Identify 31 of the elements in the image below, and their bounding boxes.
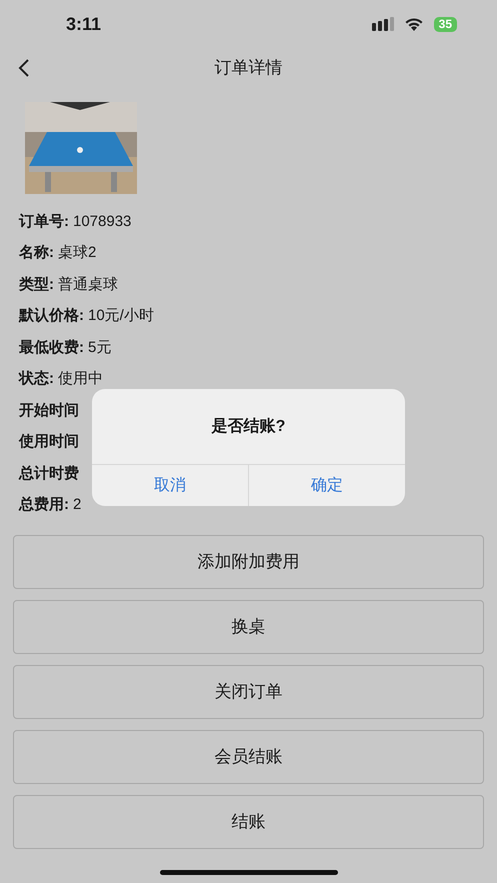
field-value: 1078933 (73, 212, 132, 232)
action-button[interactable]: 结账 (13, 795, 484, 849)
field-label: 总计时费 (19, 464, 79, 484)
status-time: 3:11 (66, 12, 102, 36)
field-label: 总费用: (19, 495, 69, 515)
field-value: 2 (73, 495, 82, 515)
wifi-icon (404, 17, 424, 31)
field-value: 5元 (88, 338, 112, 358)
field-label: 默认价格: (19, 306, 84, 326)
dialog-button[interactable]: 取消 (92, 465, 248, 506)
page-title: 订单详情 (214, 57, 282, 80)
battery-indicator: 35 (434, 16, 457, 32)
field-value: 使用中 (58, 369, 103, 389)
field-label: 名称: (19, 243, 54, 263)
field-label: 最低收费: (19, 338, 84, 358)
action-button[interactable]: 添加附加费用 (13, 535, 484, 589)
field-label: 类型: (19, 274, 54, 294)
field-label: 订单号: (19, 212, 69, 232)
field-label: 开始时间 (19, 400, 79, 420)
action-button[interactable]: 换桌 (13, 600, 484, 654)
field-value: 普通桌球 (58, 274, 118, 294)
back-icon[interactable] (18, 58, 30, 78)
field-label: 状态: (19, 369, 54, 389)
signal-icon (372, 17, 394, 31)
field-value: 桌球2 (58, 243, 96, 263)
field-label: 使用时间 (19, 432, 79, 452)
field-value: 10元/小时 (88, 306, 154, 326)
dialog-button[interactable]: 确定 (248, 465, 405, 506)
action-button[interactable]: 会员结账 (13, 730, 484, 784)
action-button[interactable]: 关闭订单 (13, 665, 484, 719)
dialog-title: 是否结账? (212, 416, 286, 436)
